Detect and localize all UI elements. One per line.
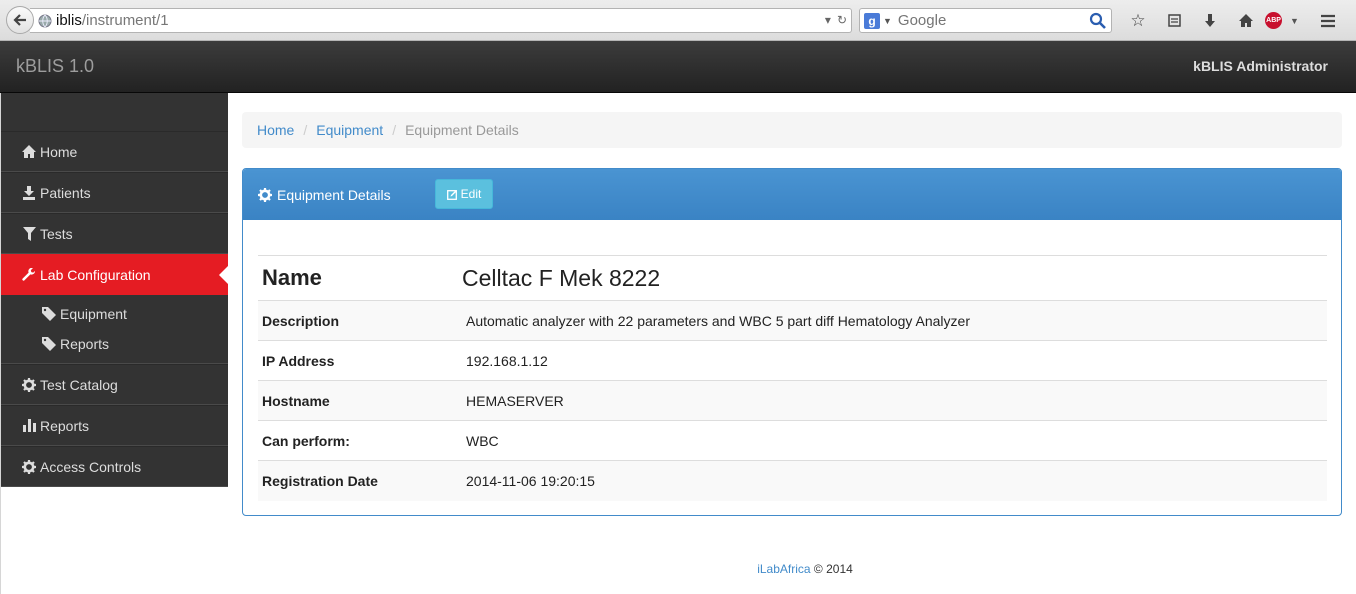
detail-label: Hostname (258, 380, 462, 421)
table-row: Registration Date 2014-11-06 19:20:15 (258, 460, 1327, 501)
detail-value: HEMASERVER (462, 380, 1327, 421)
bookmarks-list-icon[interactable] (1156, 8, 1192, 33)
sidebar-item-label: Patients (40, 184, 91, 201)
breadcrumb-current: Equipment Details (405, 122, 519, 138)
search-icon[interactable] (1089, 12, 1107, 30)
sidebar-submenu: Equipment Reports (1, 295, 228, 364)
sidebar-subitem-label: Equipment (60, 306, 127, 322)
edit-button[interactable]: Edit (435, 179, 493, 209)
footer-copyright: © 2014 (813, 562, 853, 576)
filter-icon (21, 226, 37, 241)
edit-button-label: Edit (460, 187, 482, 201)
table-row: IP Address 192.168.1.12 (258, 340, 1327, 381)
url-host: iblis (56, 12, 82, 29)
detail-value: WBC (462, 420, 1327, 461)
url-path: /instrument/1 (81, 12, 169, 29)
sidebar-item-label: Test Catalog (40, 376, 118, 393)
equipment-details-panel: Equipment Details Edit Name Celltac F Me… (242, 168, 1342, 516)
browser-toolbar: iblis/instrument/1 ▾ ↻ g ▼ ☆ ABP▼ (0, 0, 1356, 41)
cog-icon (21, 377, 37, 392)
table-row: Can perform: WBC (258, 420, 1327, 461)
bookmark-star-icon[interactable]: ☆ (1120, 8, 1156, 33)
google-icon[interactable]: g (864, 12, 880, 29)
cog-icon (21, 459, 37, 474)
sidebar-item-label: Home (40, 143, 78, 160)
detail-label: Can perform: (258, 420, 462, 461)
sidebar-item-label: Reports (40, 417, 90, 434)
menu-icon[interactable] (1310, 8, 1346, 33)
table-row: Hostname HEMASERVER (258, 380, 1327, 421)
chevron-down-icon[interactable]: ▼ (883, 16, 892, 26)
sidebar-item-test-catalog[interactable]: Test Catalog (1, 364, 228, 405)
sidebar-item-access-controls[interactable]: Access Controls (1, 446, 228, 487)
edit-icon (446, 189, 457, 200)
sidebar-item-tests[interactable]: Tests (1, 213, 228, 254)
detail-label: Registration Date (258, 460, 462, 501)
detail-value: 2014-11-06 19:20:15 (462, 460, 1327, 501)
details-table: Name Celltac F Mek 8222 Description Auto… (258, 255, 1327, 501)
footer: iLabAfrica © 2014 (0, 562, 1356, 576)
reload-icon[interactable]: ↻ (837, 13, 847, 27)
sidebar: Home Patients Tests Lab Configuration Eq… (0, 93, 228, 594)
sidebar-item-label: Tests (40, 225, 73, 242)
panel-heading: Equipment Details Edit (243, 169, 1341, 220)
detail-label: IP Address (258, 340, 462, 381)
app-navbar: kBLIS 1.0 kBLIS Administrator (0, 41, 1356, 93)
dropdown-icon[interactable]: ▾ (825, 13, 831, 27)
back-arrow-icon (13, 14, 26, 26)
back-button[interactable] (6, 6, 34, 34)
table-row: Name Celltac F Mek 8222 (258, 255, 1327, 301)
download-icon[interactable] (1192, 8, 1228, 33)
detail-value: Automatic analyzer with 22 parameters an… (462, 300, 1327, 341)
search-bar[interactable]: g ▼ (859, 8, 1112, 33)
sidebar-item-lab-configuration[interactable]: Lab Configuration (1, 254, 228, 295)
sidebar-item-home[interactable]: Home (1, 131, 228, 172)
app-brand[interactable]: kBLIS 1.0 (16, 56, 94, 77)
url-bar[interactable]: iblis/instrument/1 ▾ ↻ (30, 8, 852, 33)
sidebar-subitem-reports[interactable]: Reports (1, 329, 228, 359)
panel-title: Equipment Details (277, 186, 391, 203)
sidebar-subitem-label: Reports (60, 336, 110, 352)
tag-icon (42, 307, 56, 321)
footer-link[interactable]: iLabAfrica (757, 562, 810, 576)
detail-label-name: Name (258, 255, 462, 301)
sidebar-item-reports[interactable]: Reports (1, 405, 228, 446)
breadcrumb-equipment[interactable]: Equipment (316, 122, 383, 138)
detail-value-name: Celltac F Mek 8222 (462, 255, 1327, 301)
sidebar-subitem-equipment[interactable]: Equipment (1, 299, 228, 329)
globe-icon (38, 14, 52, 27)
detail-value: 192.168.1.12 (462, 340, 1327, 381)
stats-icon (21, 419, 37, 432)
breadcrumb: Home / Equipment / Equipment Details (242, 112, 1342, 148)
detail-label: Description (258, 300, 462, 341)
breadcrumb-home[interactable]: Home (257, 122, 294, 138)
download-icon (21, 185, 37, 200)
tag-icon (42, 337, 56, 351)
sidebar-item-patients[interactable]: Patients (1, 172, 228, 213)
home-icon (21, 145, 37, 158)
search-input[interactable] (897, 12, 1088, 29)
sidebar-item-label: Lab Configuration (40, 266, 151, 283)
wrench-icon (21, 267, 37, 282)
home-icon[interactable] (1228, 8, 1264, 33)
cog-icon (258, 187, 272, 202)
user-menu[interactable]: kBLIS Administrator (1193, 58, 1328, 74)
table-row: Description Automatic analyzer with 22 p… (258, 300, 1327, 341)
adblock-icon[interactable]: ABP ▼ (1264, 8, 1300, 33)
sidebar-item-label: Access Controls (40, 458, 142, 475)
